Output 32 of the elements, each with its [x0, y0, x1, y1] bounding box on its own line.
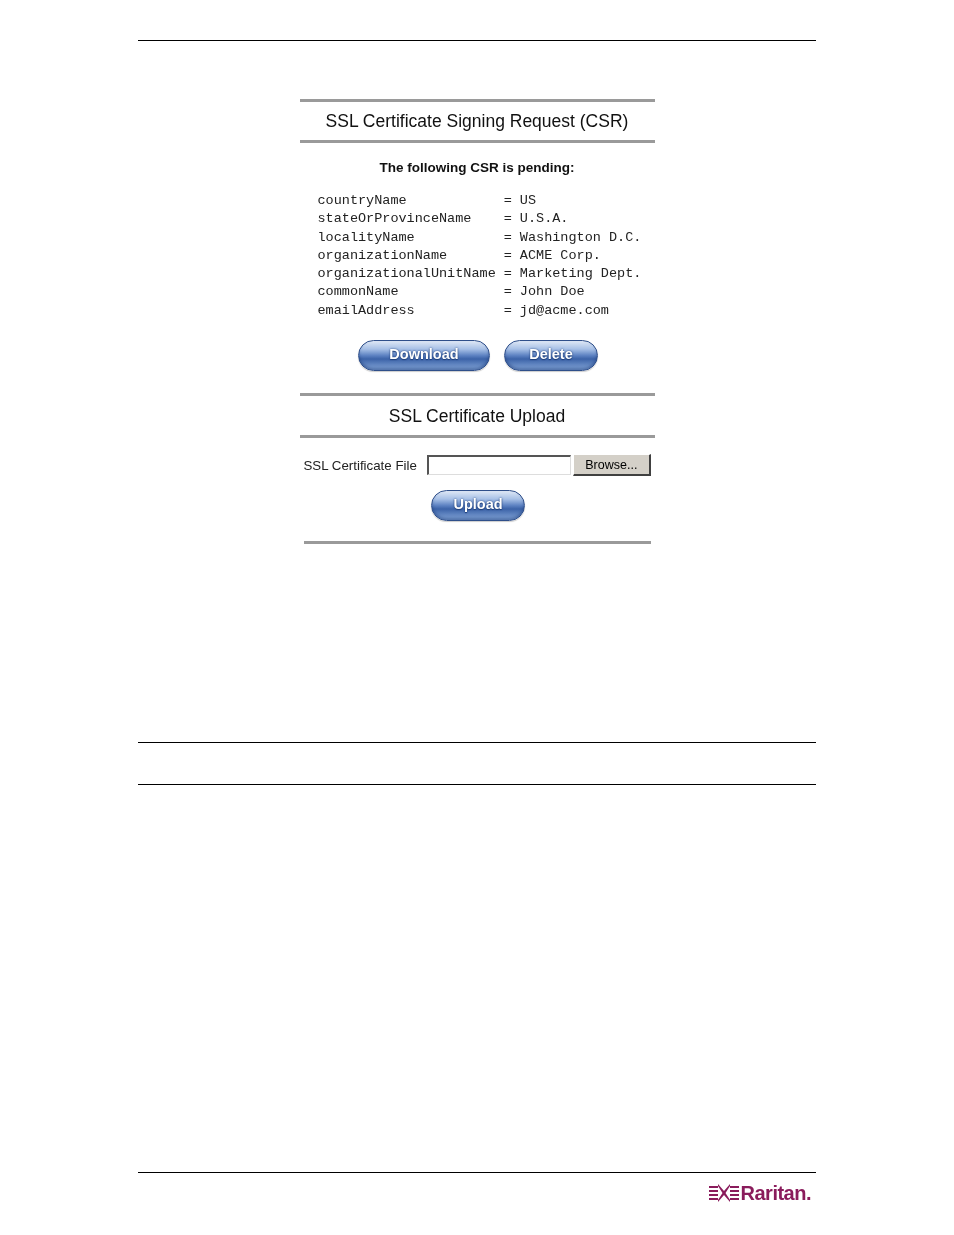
- section-title: SSL Certificate Signing Request (CSR): [324, 110, 630, 133]
- field-name: countryName: [317, 192, 408, 210]
- field-name: organizationName: [317, 246, 449, 265]
- field-value: US: [519, 192, 538, 210]
- field-name: stateOrProvinceName: [317, 210, 473, 229]
- equals-sign: =: [503, 246, 512, 265]
- upload-button[interactable]: Upload: [431, 490, 525, 522]
- field-value: Marketing Dept.: [519, 265, 642, 284]
- equals-sign: =: [503, 301, 512, 320]
- equals-sign: =: [503, 265, 512, 284]
- equals-sign: =: [503, 228, 512, 247]
- field-value: jd@acme.com: [519, 301, 610, 320]
- pending-status-text: The following CSR is pending:: [378, 159, 576, 177]
- equals-sign: =: [503, 283, 512, 302]
- section-title: SSL Certificate Upload: [387, 405, 567, 429]
- field-name: organizationalUnitName: [317, 265, 496, 284]
- field-name: commonName: [317, 283, 400, 302]
- browse-button[interactable]: Browse...: [572, 454, 651, 477]
- field-name: emailAddress: [317, 301, 416, 320]
- field-value: John Doe: [519, 283, 586, 302]
- logo-text: Raritan.: [740, 1181, 811, 1206]
- equals-sign: =: [503, 210, 512, 229]
- delete-button[interactable]: Delete: [504, 340, 598, 372]
- striped-diamond-icon: [708, 1183, 739, 1204]
- field-name: localityName: [317, 228, 416, 247]
- equals-sign: =: [503, 192, 512, 210]
- file-field-label: SSL Certificate File: [303, 457, 417, 473]
- file-path-field[interactable]: [426, 455, 571, 476]
- download-button[interactable]: Download: [358, 340, 490, 372]
- field-value: ACME Corp.: [519, 246, 602, 265]
- field-value: Washington D.C.: [519, 228, 642, 247]
- field-value: U.S.A.: [519, 210, 570, 229]
